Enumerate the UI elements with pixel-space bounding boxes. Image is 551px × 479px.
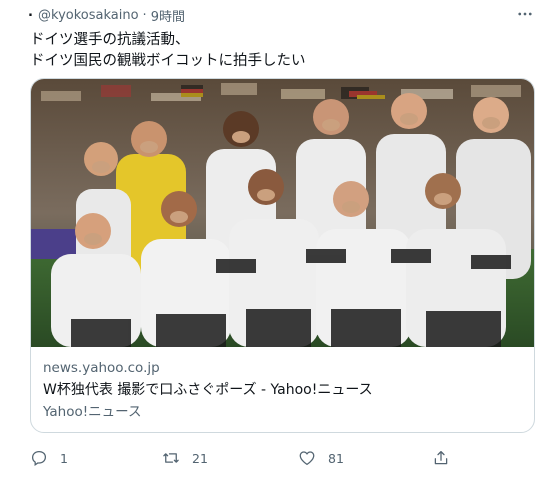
reply-count: 1 [60, 450, 68, 466]
author-handle[interactable]: @kyokosakaino [38, 8, 139, 23]
tweet-text-line-1: ドイツ選手の抗議活動、 [30, 32, 190, 48]
team-photo-image[interactable] [31, 79, 535, 347]
more-options-button[interactable] [513, 2, 537, 26]
share-icon [434, 450, 448, 465]
tweet-text: ドイツ選手の抗議活動、 ドイツ国民の観戦ボイコットに拍手したい [30, 30, 306, 72]
tweet-timestamp[interactable]: 9時間 [151, 6, 185, 25]
header-separator: · [142, 8, 147, 23]
tweet[interactable]: . @kyokosakaino · 9時間 ドイツ選手の抗議活動、 ドイツ国民の… [0, 0, 551, 479]
heart-icon [299, 451, 315, 466]
like-count: 81 [328, 450, 344, 466]
author-mark: . [28, 5, 33, 20]
card-meta: news.yahoo.co.jp W杯独代表 撮影で口ふさぐポーズ - Yaho… [43, 357, 522, 423]
card-source: Yahoo!ニュース [43, 404, 142, 420]
retweet-icon [163, 453, 179, 463]
reply-button[interactable]: 1 [30, 447, 68, 469]
retweet-count: 21 [192, 450, 208, 466]
tweet-header: . @kyokosakaino · 9時間 [28, 5, 185, 25]
share-button[interactable] [432, 447, 450, 469]
tweet-text-line-2: ドイツ国民の観戦ボイコットに拍手したい [30, 53, 306, 69]
more-icon [518, 12, 532, 16]
tweet-actions: 1 21 81 [30, 447, 535, 471]
card-domain: news.yahoo.co.jp [43, 360, 160, 376]
retweet-button[interactable]: 21 [162, 447, 208, 469]
like-button[interactable]: 81 [298, 447, 344, 469]
reply-icon [31, 450, 47, 466]
link-card[interactable]: news.yahoo.co.jp W杯独代表 撮影で口ふさぐポーズ - Yaho… [30, 78, 535, 433]
card-title[interactable]: W杯独代表 撮影で口ふさぐポーズ - Yahoo!ニュース [43, 379, 522, 401]
